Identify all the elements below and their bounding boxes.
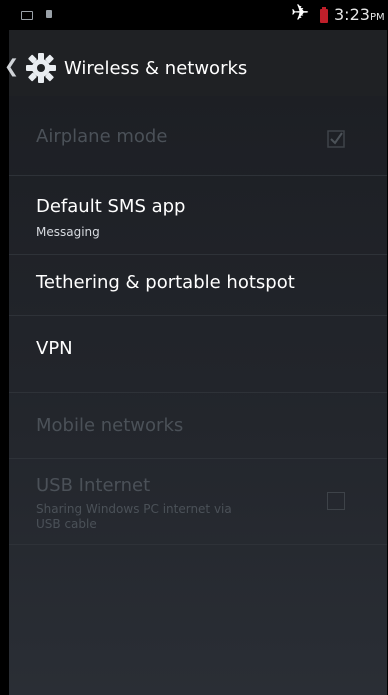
list-item-vpn[interactable]: VPN: [9, 316, 387, 393]
page-title: Wireless & networks: [64, 58, 248, 79]
airplane-icon: ✈: [291, 1, 310, 26]
list-item-tethering[interactable]: Tethering & portable hotspot: [9, 255, 387, 316]
settings-list: Airplane mode Default SMS app Messaging …: [9, 96, 387, 545]
list-item-usb-internet[interactable]: USB Internet Sharing Windows PC internet…: [9, 459, 387, 545]
list-item-default-sms-app[interactable]: Default SMS app Messaging: [9, 176, 387, 255]
list-item-title: Default SMS app: [36, 196, 186, 217]
battery-icon: [320, 7, 328, 23]
status-time-ampm: PM: [369, 12, 385, 23]
back-button[interactable]: ❮: [4, 58, 19, 76]
status-time-value: 3:23: [334, 5, 370, 24]
notification-icon: [21, 11, 33, 20]
list-item-subtitle: Sharing Windows PC internet via: [36, 502, 232, 516]
list-item-title: Tethering & portable hotspot: [36, 272, 295, 293]
list-item-airplane-mode[interactable]: Airplane mode: [9, 96, 387, 176]
list-item-subtitle-line2: USB cable: [36, 517, 97, 531]
list-item-subtitle: Messaging: [36, 225, 100, 239]
status-bar: ✈ 3:23PM: [9, 0, 387, 30]
list-item-title: VPN: [36, 338, 73, 359]
checkbox-usb-internet[interactable]: [327, 492, 345, 510]
settings-screen: ✈ 3:23PM ❮ Wireless & networks Airplane …: [4, 0, 387, 695]
status-time: 3:23PM: [334, 6, 385, 27]
list-item-title: USB Internet: [36, 475, 151, 496]
list-item-title: Mobile networks: [36, 415, 184, 436]
gear-icon[interactable]: [24, 51, 58, 85]
list-item-title: Airplane mode: [36, 126, 168, 147]
checkbox-airplane-mode[interactable]: [327, 130, 345, 148]
list-item-mobile-networks[interactable]: Mobile networks: [9, 393, 387, 459]
lock-icon: [46, 10, 52, 18]
